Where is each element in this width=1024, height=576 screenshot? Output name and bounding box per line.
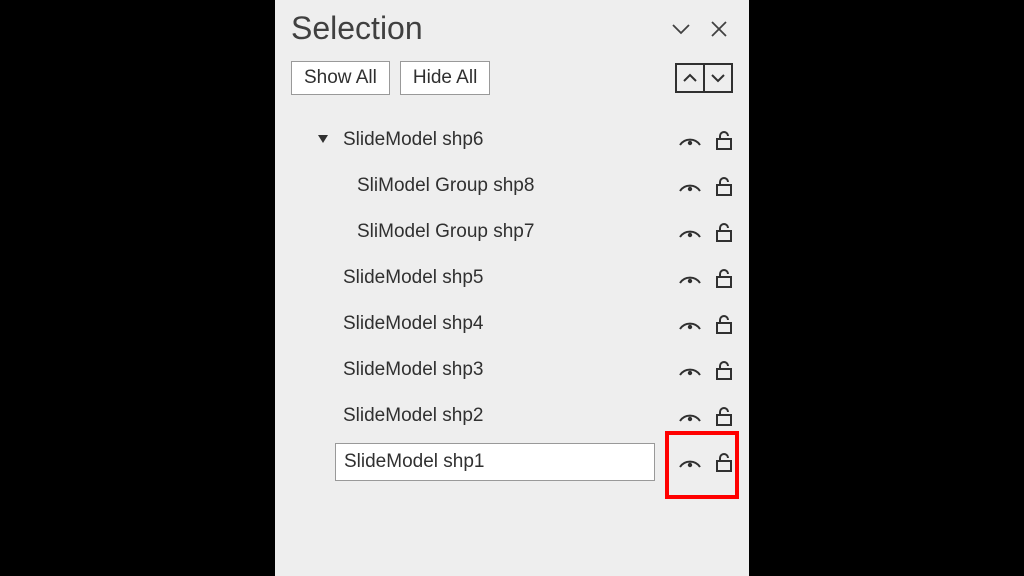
tree-item[interactable]: SlideModel shp1: [287, 439, 741, 485]
visibility-icon: [679, 224, 701, 240]
toggle-lock-button[interactable]: [713, 313, 735, 335]
tree-item[interactable]: SlideModel shp3: [287, 347, 741, 393]
visibility-icon: [679, 362, 701, 378]
hide-all-button[interactable]: Hide All: [400, 61, 490, 95]
collapse-panel-button[interactable]: [667, 15, 695, 43]
visibility-icon: [679, 178, 701, 194]
row-icons: [655, 451, 741, 473]
unlock-icon: [714, 129, 734, 151]
visibility-icon: [679, 316, 701, 332]
unlock-icon: [714, 175, 734, 197]
tree-item-label: SlideModel shp2: [343, 405, 483, 427]
expander[interactable]: [315, 135, 331, 145]
toggle-visibility-button[interactable]: [679, 405, 701, 427]
move-down-button[interactable]: [703, 63, 733, 93]
toggle-lock-button[interactable]: [713, 129, 735, 151]
tree-item[interactable]: SlideModel shp6: [287, 117, 741, 163]
toggle-lock-button[interactable]: [713, 451, 735, 473]
unlock-icon: [714, 313, 734, 335]
tree-item-label: SlideModel shp1: [344, 451, 484, 473]
toggle-lock-button[interactable]: [713, 359, 735, 381]
toggle-lock-button[interactable]: [713, 221, 735, 243]
toggle-visibility-button[interactable]: [679, 175, 701, 197]
panel-header: Selection: [275, 0, 749, 47]
toggle-lock-button[interactable]: [713, 175, 735, 197]
toggle-visibility-button[interactable]: [679, 451, 701, 473]
tree-item-label: SlideModel shp3: [343, 359, 483, 381]
toggle-lock-button[interactable]: [713, 405, 735, 427]
row-icons: [655, 267, 741, 289]
reorder-buttons: [675, 63, 733, 93]
toggle-visibility-button[interactable]: [679, 129, 701, 151]
tree-item-label: SlideModel shp4: [343, 313, 483, 335]
unlock-icon: [714, 405, 734, 427]
toggle-visibility-button[interactable]: [679, 359, 701, 381]
tree-item[interactable]: SliModel Group shp7: [287, 209, 741, 255]
tree-item-label: SlideModel shp6: [343, 129, 483, 151]
panel-toolbar: Show All Hide All: [275, 47, 749, 117]
unlock-icon: [714, 267, 734, 289]
row-icons: [655, 405, 741, 427]
visibility-icon: [679, 454, 701, 470]
chevron-down-icon: [671, 23, 691, 35]
chevron-down-icon: [711, 73, 725, 83]
tree-item[interactable]: SlideModel shp4: [287, 301, 741, 347]
tree-item-label: SliModel Group shp8: [357, 175, 534, 197]
unlock-icon: [714, 221, 734, 243]
visibility-icon: [679, 408, 701, 424]
unlock-icon: [714, 359, 734, 381]
close-icon: [711, 21, 727, 37]
tree-item[interactable]: SlideModel shp2: [287, 393, 741, 439]
tree-item-label: SlideModel shp5: [343, 267, 483, 289]
toggle-visibility-button[interactable]: [679, 313, 701, 335]
show-all-button[interactable]: Show All: [291, 61, 390, 95]
unlock-icon: [714, 451, 734, 473]
row-icons: [655, 175, 741, 197]
row-icons: [655, 359, 741, 381]
row-icons: [655, 221, 741, 243]
row-icons: [655, 313, 741, 335]
selection-panel: Selection Show All Hide All: [275, 0, 749, 576]
panel-title: Selection: [291, 10, 657, 47]
selection-tree: SlideModel shp6 SliModel Group shp8 SliMod…: [275, 117, 749, 485]
chevron-up-icon: [683, 73, 697, 83]
tree-item[interactable]: SlideModel shp5: [287, 255, 741, 301]
visibility-icon: [679, 132, 701, 148]
toggle-visibility-button[interactable]: [679, 221, 701, 243]
close-panel-button[interactable]: [705, 15, 733, 43]
toggle-visibility-button[interactable]: [679, 267, 701, 289]
visibility-icon: [679, 270, 701, 286]
tree-item-label: SliModel Group shp7: [357, 221, 534, 243]
tree-item[interactable]: SliModel Group shp8: [287, 163, 741, 209]
toggle-lock-button[interactable]: [713, 267, 735, 289]
row-icons: [655, 129, 741, 151]
move-up-button[interactable]: [675, 63, 705, 93]
expanded-triangle-icon: [318, 135, 328, 145]
